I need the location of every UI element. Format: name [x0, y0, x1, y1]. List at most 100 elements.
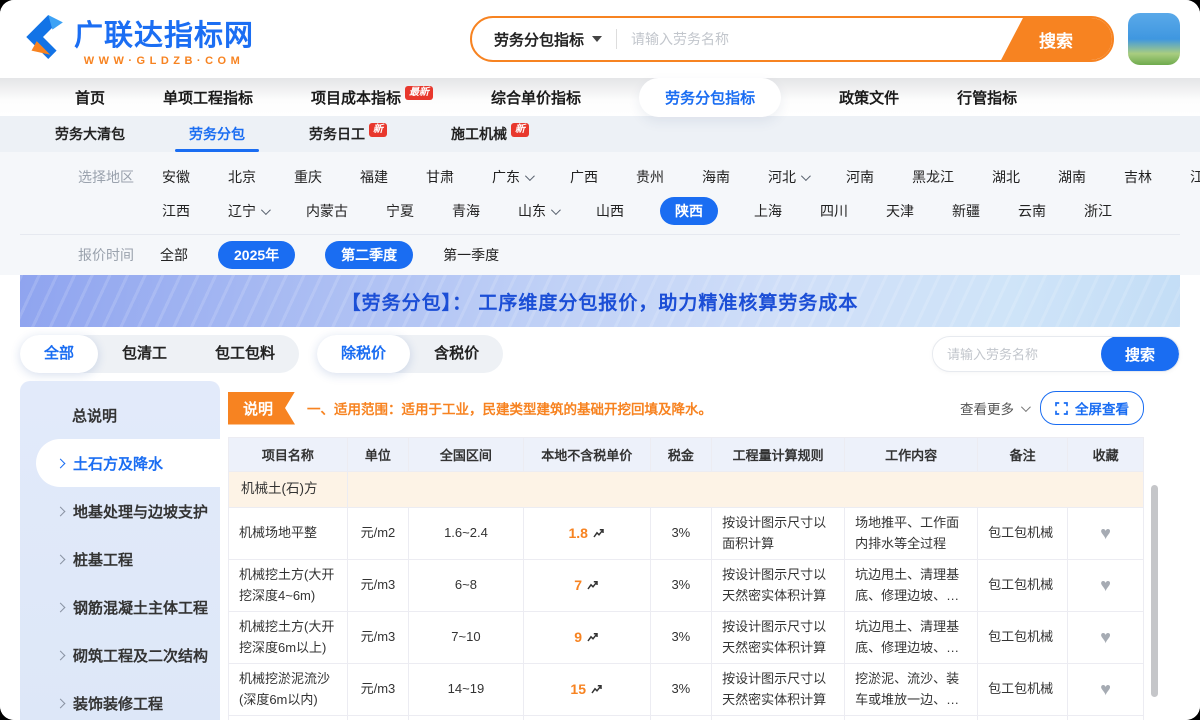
nav-item-project-cost-index[interactable]: 项目成本指标最新 — [311, 87, 433, 108]
region-label: 选择地区 — [78, 167, 160, 187]
table-row: 机械挖淤泥流沙(深度6m以内) 元/m3 14~19 15 3% 按设计图示尺寸… — [229, 664, 1144, 716]
col-national-range: 全国区间 — [409, 438, 524, 472]
trend-up-icon — [591, 683, 603, 695]
region-sichuan[interactable]: 四川 — [818, 198, 850, 224]
region-qinghai[interactable]: 青海 — [450, 198, 482, 224]
region-jiangsu[interactable]: 江苏 — [1188, 164, 1200, 190]
sidebar-item-pile-foundation[interactable]: 桩基工程 — [20, 535, 220, 583]
sidebar-item-foundation-slope[interactable]: 地基处理与边坡支护 — [20, 487, 220, 535]
quote-time-row: 报价时间 全部 2025年 第二季度 第一季度 — [0, 235, 1200, 275]
region-fujian[interactable]: 福建 — [358, 164, 390, 190]
avatar[interactable] — [1128, 13, 1180, 65]
filter-section: 选择地区 安徽 北京 重庆 福建 甘肃 广东 广西 贵州 海南 河北 河南 黑龙… — [0, 152, 1200, 275]
table-scrollbar[interactable] — [1151, 485, 1158, 697]
region-jiangxi[interactable]: 江西 — [160, 198, 192, 224]
price-table: 项目名称 单位 全国区间 本地不含税单价 税金 工程量计算规则 工作内容 备注 … — [228, 437, 1144, 720]
list-search-button[interactable]: 搜索 — [1101, 336, 1179, 372]
region-hainan[interactable]: 海南 — [700, 164, 732, 190]
search-category-dropdown[interactable]: 劳务分包指标 — [472, 29, 616, 50]
nav-item-industry-index[interactable]: 行管指标 — [957, 87, 1017, 108]
region-shanxi[interactable]: 山西 — [594, 198, 626, 224]
col-remark: 备注 — [978, 438, 1068, 472]
region-neimenggu[interactable]: 内蒙古 — [304, 198, 350, 224]
main-nav: 首页 单项工程指标 项目成本指标最新 综合单价指标 劳务分包指标 政策文件 行管… — [0, 78, 1200, 116]
region-jilin[interactable]: 吉林 — [1122, 164, 1154, 190]
region-henan[interactable]: 河南 — [844, 164, 876, 190]
view-more-link[interactable]: 查看更多 — [960, 398, 1028, 418]
scope-all[interactable]: 全部 — [20, 335, 98, 373]
sidebar-item-decoration[interactable]: 装饰装修工程 — [20, 679, 220, 720]
region-guizhou[interactable]: 贵州 — [634, 164, 666, 190]
region-liaoning[interactable]: 辽宁 — [226, 198, 270, 224]
region-anhui[interactable]: 安徽 — [160, 164, 192, 190]
chevron-right-icon — [56, 602, 66, 612]
region-heilongjiang[interactable]: 黑龙江 — [910, 164, 956, 190]
chevron-down-icon — [592, 36, 602, 42]
col-quantity-rule: 工程量计算规则 — [712, 438, 845, 472]
region-yunnan[interactable]: 云南 — [1016, 198, 1048, 224]
region-shaanxi-selected[interactable]: 陕西 — [660, 197, 718, 225]
region-hubei[interactable]: 湖北 — [990, 164, 1022, 190]
trend-up-icon — [593, 527, 605, 539]
region-shandong[interactable]: 山东 — [516, 198, 560, 224]
scope-labor-material[interactable]: 包工包料 — [191, 335, 299, 373]
col-tax: 税金 — [650, 438, 711, 472]
notice-tag: 说明 — [228, 392, 295, 425]
fullscreen-button[interactable]: 全屏查看 — [1040, 391, 1144, 425]
search-category-label: 劳务分包指标 — [494, 29, 584, 50]
col-favorite: 收藏 — [1068, 438, 1144, 472]
local-price: 9 — [574, 629, 582, 645]
time-all[interactable]: 全部 — [160, 245, 188, 265]
time-q2[interactable]: 第二季度 — [325, 241, 413, 269]
region-gansu[interactable]: 甘肃 — [424, 164, 456, 190]
region-chongqing[interactable]: 重庆 — [292, 164, 324, 190]
sidebar-item-reinforced-concrete[interactable]: 钢筋混凝土主体工程 — [20, 583, 220, 631]
table-row: 机械挖土方(大开挖深度4~6m) 元/m3 6~8 7 3% 按设计图示尺寸以天… — [229, 560, 1144, 612]
nav-item-composite-price-index[interactable]: 综合单价指标 — [491, 87, 581, 108]
region-guangxi[interactable]: 广西 — [568, 164, 600, 190]
favorite-icon[interactable]: ♥ — [1100, 575, 1111, 595]
time-q1[interactable]: 第一季度 — [443, 245, 499, 265]
site-logo[interactable]: 广联达指标网 WWW·GLDZB·COM — [20, 12, 270, 67]
trend-up-icon — [587, 579, 599, 591]
sidebar-item-masonry-secondary[interactable]: 砌筑工程及二次结构 — [20, 631, 220, 679]
nav-item-labor-subcontract-index[interactable]: 劳务分包指标 — [639, 78, 781, 117]
chevron-right-icon — [56, 506, 66, 516]
region-hunan[interactable]: 湖南 — [1056, 164, 1088, 190]
favorite-icon[interactable]: ♥ — [1100, 523, 1111, 543]
list-search-input[interactable] — [933, 347, 1101, 362]
nav-item-single-project-index[interactable]: 单项工程指标 — [163, 87, 253, 108]
tax-included[interactable]: 含税价 — [410, 335, 503, 373]
region-xinjiang[interactable]: 新疆 — [950, 198, 982, 224]
time-2025[interactable]: 2025年 — [218, 241, 295, 269]
main-search-input[interactable] — [617, 31, 1000, 47]
region-zhejiang[interactable]: 浙江 — [1082, 198, 1114, 224]
favorite-icon[interactable]: ♥ — [1100, 627, 1111, 647]
region-tianjin[interactable]: 天津 — [884, 198, 916, 224]
new-badge: 最新 — [405, 86, 433, 100]
logo-icon — [20, 14, 66, 65]
favorite-icon[interactable]: ♥ — [1100, 679, 1111, 699]
region-beijing[interactable]: 北京 — [226, 164, 258, 190]
nav-item-policy-documents[interactable]: 政策文件 — [839, 87, 899, 108]
promo-banner: 【劳务分包】： 工序维度分包报价，助力精准核算劳务成本 — [20, 275, 1180, 327]
table-panel: 说明 一、适用范围：适用于工业，民建类型建筑的基础开挖回填及降水。 查看更多 全… — [220, 381, 1180, 720]
tab-labor-daily-wage[interactable]: 劳务日工新 — [309, 116, 387, 152]
table-row: 机械场地平整 元/m2 1.6~2.4 1.8 3% 按设计图示尺寸以面积计算 … — [229, 508, 1144, 560]
nav-item-home[interactable]: 首页 — [75, 87, 105, 108]
category-sidebar: 总说明 土石方及降水 地基处理与边坡支护 桩基工程 钢筋混凝土主体工程 砌筑工程… — [20, 381, 220, 720]
sidebar-item-earthwork-dewatering[interactable]: 土石方及降水 — [36, 439, 220, 487]
region-ningxia[interactable]: 宁夏 — [384, 198, 416, 224]
region-shanghai[interactable]: 上海 — [752, 198, 784, 224]
col-work-content: 工作内容 — [845, 438, 978, 472]
region-guangdong[interactable]: 广东 — [490, 164, 534, 190]
main-search-button[interactable]: 搜索 — [1000, 16, 1112, 62]
tab-construction-machinery[interactable]: 施工机械新 — [451, 116, 529, 152]
sidebar-item-general-notes[interactable]: 总说明 — [20, 391, 220, 439]
region-hebei[interactable]: 河北 — [766, 164, 810, 190]
col-project-name: 项目名称 — [229, 438, 348, 472]
tab-labor-full-package[interactable]: 劳务大清包 — [55, 116, 125, 152]
tab-labor-subcontract[interactable]: 劳务分包 — [189, 116, 245, 152]
scope-labor-only[interactable]: 包清工 — [98, 335, 191, 373]
tax-excluded[interactable]: 除税价 — [317, 335, 410, 373]
